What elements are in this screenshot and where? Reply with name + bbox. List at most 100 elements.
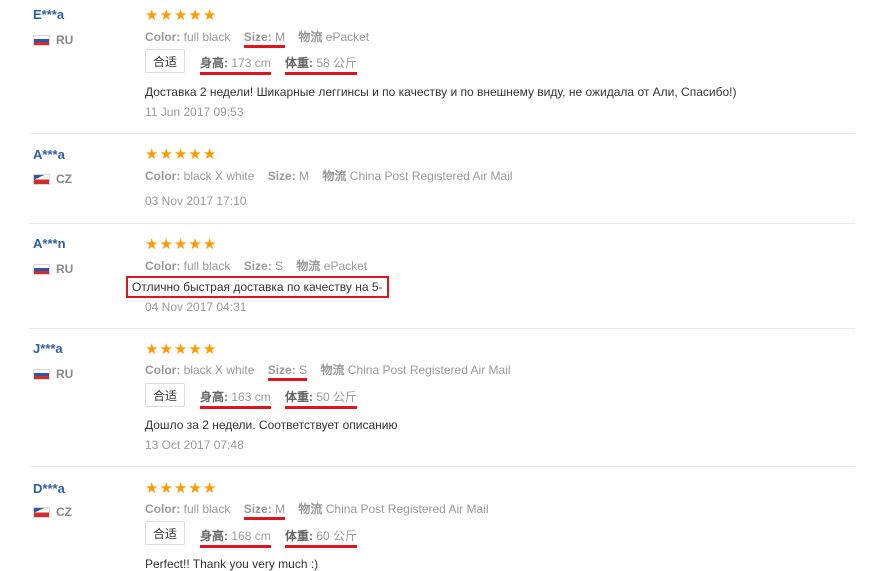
- divider: [30, 223, 855, 224]
- czech-flag-icon: [33, 173, 50, 185]
- star-icon: ★: [173, 6, 188, 24]
- buyer-country: RU: [33, 33, 73, 47]
- logistics-value: China Post Registered Air Mail: [349, 169, 513, 183]
- russia-flag-icon: [33, 368, 50, 380]
- size-value: M: [275, 30, 286, 44]
- size-value: M: [275, 502, 286, 516]
- review-text: Perfect!! Thank you very much :): [145, 557, 319, 571]
- size-label: Size:: [267, 169, 296, 183]
- logistics-label: 物流: [296, 259, 321, 273]
- star-icon: ★: [159, 6, 173, 24]
- star-rating: ★ ★ ★ ★ ★: [145, 235, 217, 253]
- weight-label: 体重:: [285, 56, 313, 70]
- color-label: Color:: [145, 259, 181, 273]
- country-code: RU: [56, 367, 74, 381]
- fit-badge[interactable]: 合适: [145, 521, 185, 545]
- divider: [30, 328, 855, 329]
- country-code: RU: [56, 33, 74, 47]
- star-icon: ★: [202, 340, 217, 358]
- review-text: Отлично быстрая доставка по качеству на …: [126, 276, 389, 298]
- color-label: Color:: [145, 502, 181, 516]
- logistics-value: ePacket: [325, 30, 370, 44]
- star-icon: ★: [173, 235, 188, 253]
- star-icon: ★: [159, 479, 173, 497]
- size-label: Size:: [243, 259, 272, 273]
- color-value: full black: [183, 259, 231, 273]
- star-rating: ★ ★ ★ ★ ★: [145, 479, 216, 497]
- weight-measure: 体重: 50 公斤: [285, 388, 358, 409]
- star-icon: ★: [173, 479, 188, 497]
- fit-badge[interactable]: 合适: [145, 383, 185, 407]
- weight-measure: 体重: 60 公斤: [285, 527, 358, 548]
- star-icon: ★: [159, 340, 173, 358]
- star-icon: ★: [159, 235, 173, 253]
- star-icon: ★: [202, 145, 217, 163]
- weight-value: 58 公斤: [316, 56, 358, 70]
- star-icon: ★: [202, 6, 217, 24]
- star-icon: ★: [145, 145, 159, 163]
- review-text: Дошло за 2 недели. Соответствует описани…: [145, 418, 398, 432]
- color-value: black X white: [183, 363, 255, 377]
- review-date: 04 Nov 2017 04:31: [145, 300, 247, 314]
- order-attributes: Color: black X white Size: M 物流 China Po…: [145, 167, 523, 184]
- star-icon: ★: [188, 6, 202, 24]
- height-label: 身高:: [200, 56, 228, 70]
- height-value: 163 cm: [231, 390, 271, 404]
- height-measure: 身高: 173 cm: [200, 54, 271, 75]
- height-label: 身高:: [200, 390, 228, 404]
- fit-badge[interactable]: 合适: [145, 49, 185, 73]
- star-icon: ★: [188, 145, 202, 163]
- star-icon: ★: [188, 479, 202, 497]
- star-icon: ★: [173, 145, 188, 163]
- order-attributes: Color: full black Size: M 物流 China Post …: [145, 500, 499, 520]
- size-value: S: [275, 259, 284, 273]
- logistics-label: 物流: [322, 169, 347, 183]
- height-value: 168 cm: [231, 529, 271, 543]
- buyer-country: RU: [33, 262, 73, 276]
- star-icon: ★: [188, 340, 202, 358]
- weight-value: 60 公斤: [316, 529, 358, 543]
- russia-flag-icon: [33, 34, 50, 46]
- buyer-name[interactable]: A***n: [33, 236, 66, 251]
- logistics-value: China Post Registered Air Mail: [325, 502, 489, 516]
- star-icon: ★: [145, 235, 159, 253]
- size-value: S: [299, 363, 308, 377]
- order-attributes: Color: full black Size: M 物流 ePacket: [145, 28, 379, 48]
- size-label: Size:: [267, 363, 296, 377]
- order-attributes: Color: full black Size: S 物流 ePacket: [145, 257, 377, 274]
- logistics-label: 物流: [298, 502, 323, 516]
- review-date: 03 Nov 2017 17:10: [145, 194, 247, 208]
- star-icon: ★: [202, 235, 217, 253]
- buyer-name[interactable]: J***a: [33, 341, 63, 356]
- color-label: Color:: [145, 30, 181, 44]
- weight-label: 体重:: [285, 529, 313, 543]
- buyer-country: CZ: [33, 505, 72, 519]
- star-rating: ★ ★ ★ ★ ★: [145, 340, 217, 358]
- buyer-name[interactable]: D***a: [33, 481, 65, 496]
- star-icon: ★: [145, 6, 159, 24]
- star-icon: ★: [145, 479, 159, 497]
- star-rating: ★ ★ ★ ★ ★: [145, 145, 217, 163]
- star-icon: ★: [159, 145, 173, 163]
- review-text: Доставка 2 недели! Шикарные леггинсы и п…: [145, 85, 737, 99]
- buyer-country: CZ: [33, 172, 72, 186]
- color-value: full black: [183, 30, 231, 44]
- divider: [30, 133, 855, 134]
- color-label: Color:: [145, 169, 181, 183]
- buyer-country: RU: [33, 367, 73, 381]
- star-icon: ★: [173, 340, 188, 358]
- height-measure: 身高: 163 cm: [200, 388, 271, 409]
- color-value: full black: [183, 502, 231, 516]
- buyer-name[interactable]: A***a: [33, 147, 65, 162]
- logistics-label: 物流: [298, 30, 323, 44]
- star-rating: ★ ★ ★ ★ ★: [145, 6, 217, 24]
- size-value: M: [299, 169, 310, 183]
- review-date: 11 Jun 2017 09:53: [145, 105, 244, 119]
- color-label: Color:: [145, 363, 181, 377]
- size-label: Size:: [243, 502, 272, 516]
- buyer-name[interactable]: E***a: [33, 7, 64, 22]
- order-attributes: Color: black X white Size: S 物流 China Po…: [145, 361, 521, 381]
- weight-label: 体重:: [285, 390, 313, 404]
- divider: [30, 466, 855, 467]
- logistics-value: ePacket: [323, 259, 368, 273]
